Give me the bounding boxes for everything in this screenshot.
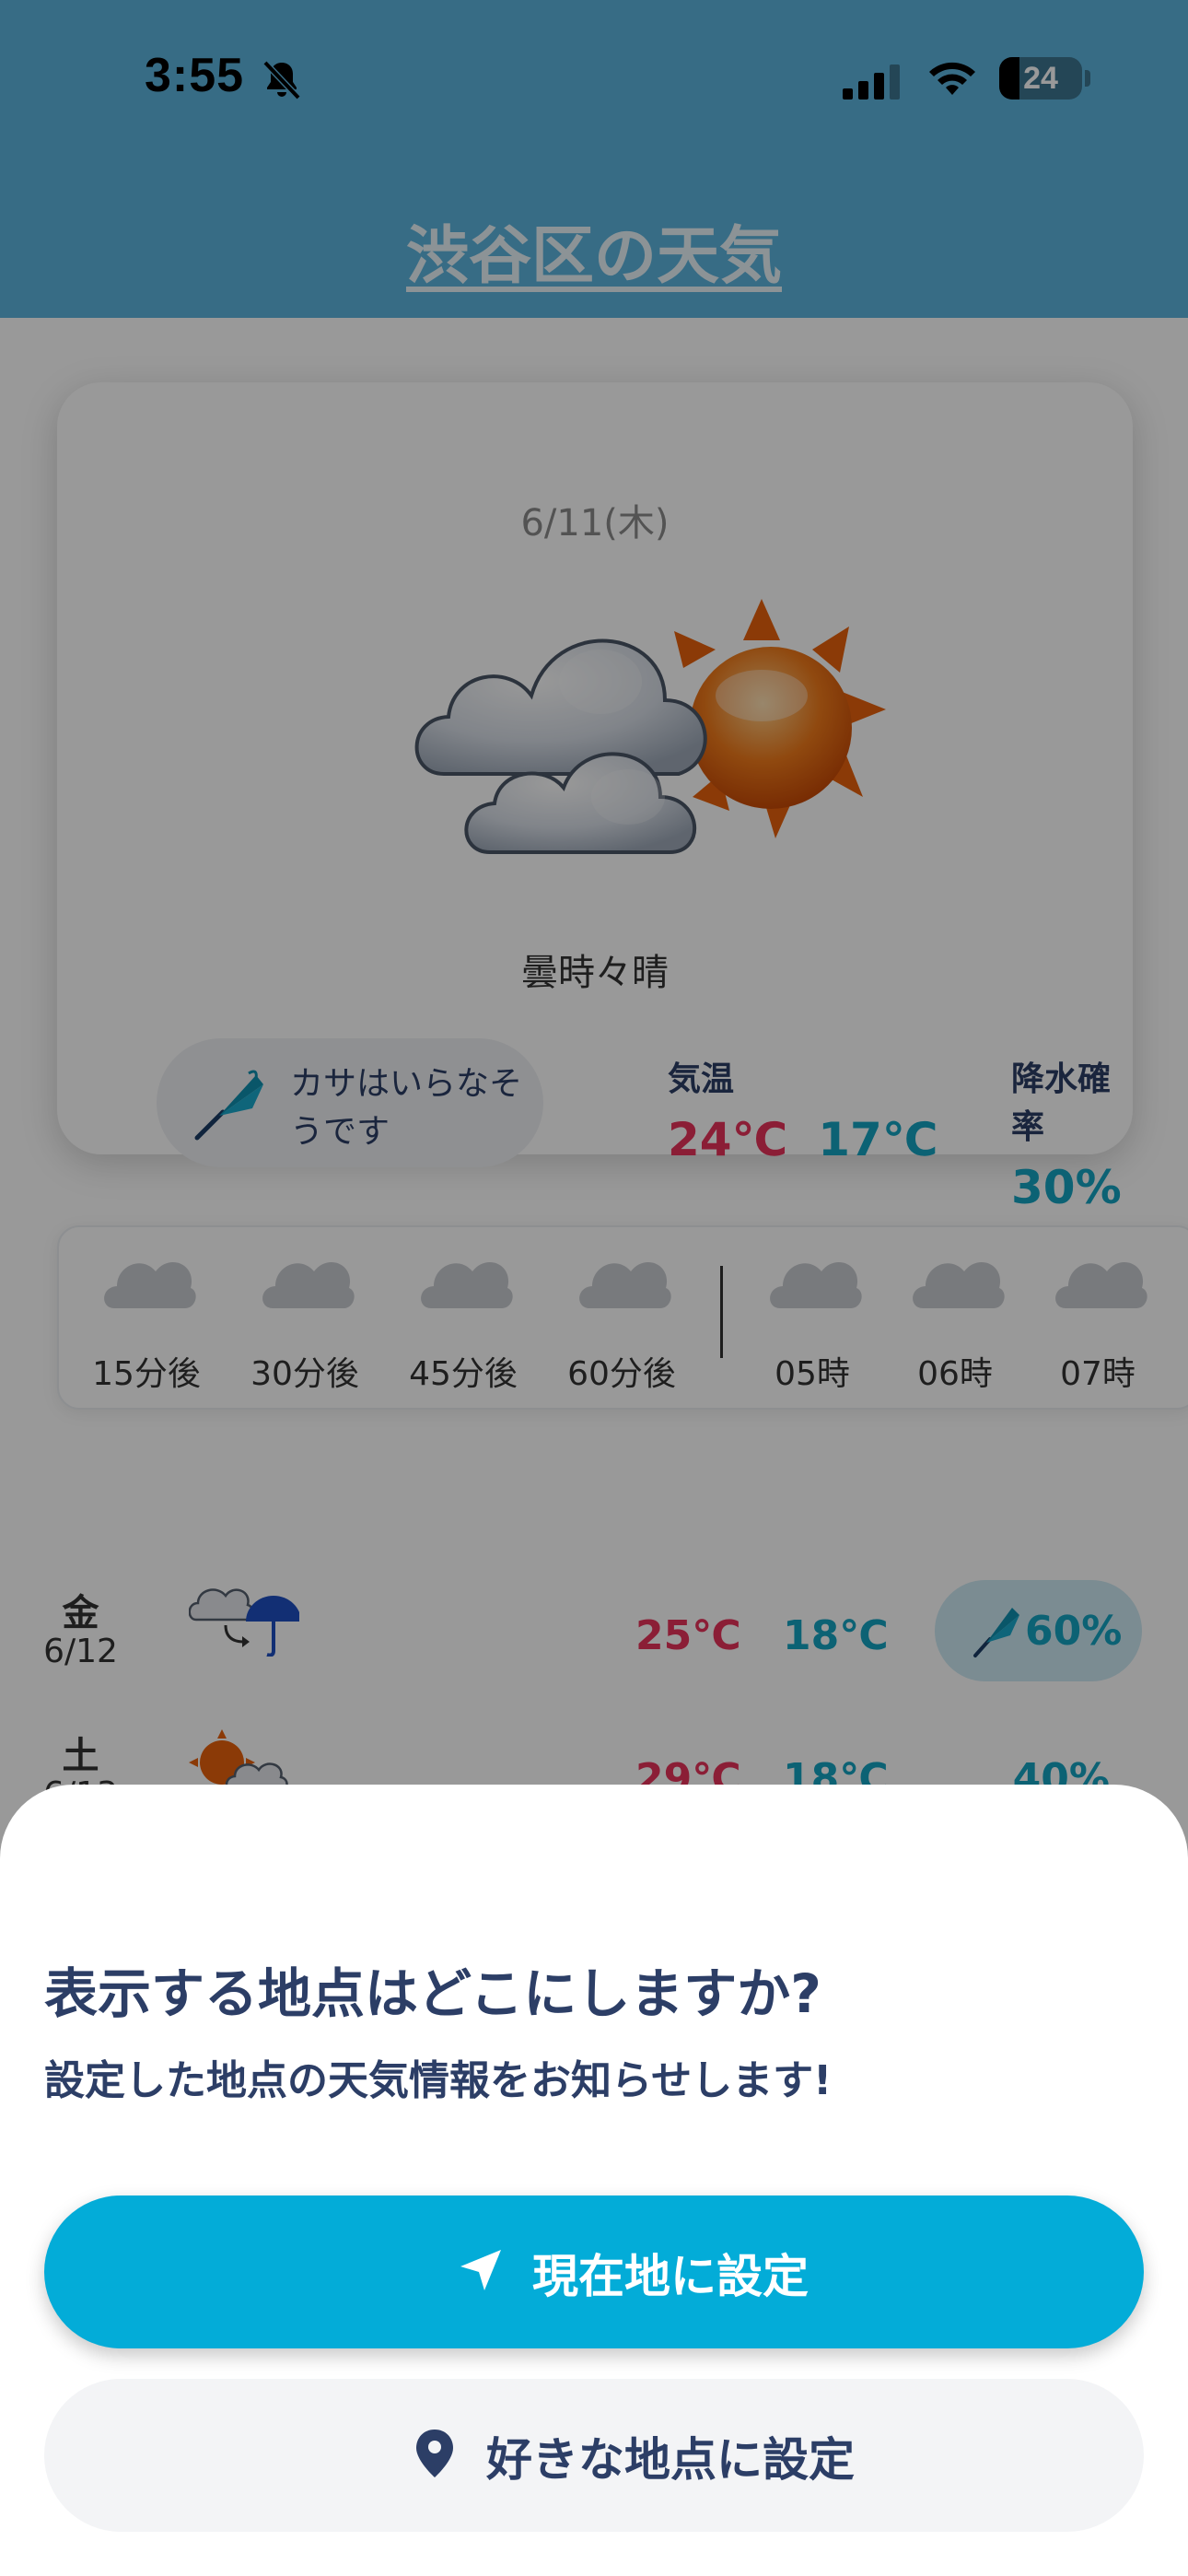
map-pin-icon (416, 2430, 453, 2477)
sheet-subtitle: 設定した地点の天気情報をお知らせします! (44, 2057, 833, 2104)
set-current-location-label: 現在地に設定 (532, 2250, 809, 2303)
set-favorite-location-label: 好きな地点に設定 (486, 2433, 855, 2487)
set-favorite-location-button[interactable]: 好きな地点に設定 (44, 2379, 1144, 2532)
location-bottom-sheet: 表示する地点はどこにしますか? 設定した地点の天気情報をお知らせします! 現在地… (0, 1785, 1188, 2576)
app-screen: 3:55 24 渋谷区の天気 6/11(木) 曇時々晴 カサはいらなそうです 気… (0, 0, 1188, 2576)
sheet-title: 表示する地点はどこにしますか? (44, 1962, 821, 2025)
location-arrow-icon (460, 2250, 501, 2290)
set-current-location-button[interactable]: 現在地に設定 (44, 2195, 1144, 2348)
